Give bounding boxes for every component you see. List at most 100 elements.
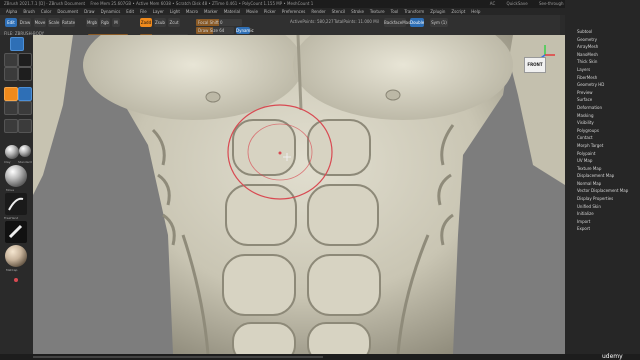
menu-marker[interactable]: Marker <box>204 9 218 14</box>
see-through-slider[interactable]: See-through 0 <box>539 1 567 6</box>
viewport-canvas[interactable] <box>33 35 565 354</box>
menu-render[interactable]: Render <box>311 9 325 14</box>
ac-button[interactable]: AC <box>490 1 495 6</box>
menu-dynamics[interactable]: Dynamics <box>101 9 121 14</box>
focal-shift-label: Focal Shift 0 <box>198 20 223 25</box>
stroke-icon[interactable] <box>5 193 27 215</box>
palette-displacement-map[interactable]: Displacement Map <box>577 172 628 180</box>
local-icon[interactable] <box>18 87 32 101</box>
menu-transform[interactable]: Transform <box>404 9 424 14</box>
memory-stats: Free Mem 25.607GB • Active Mem 6038 • Sc… <box>90 1 314 6</box>
quicksave-button[interactable]: QuickSave <box>507 1 528 6</box>
palette-fibermesh[interactable]: FiberMesh <box>577 74 628 82</box>
menu-edit[interactable]: Edit <box>126 9 134 14</box>
palette-export[interactable]: Export <box>577 225 628 233</box>
menu-stencil[interactable]: Stencil <box>332 9 346 14</box>
focal-shift-slider[interactable]: Focal Shift 0 <box>196 19 242 26</box>
menu-movie[interactable]: Movie <box>246 9 258 14</box>
palette-geometry-hd[interactable]: Geometry HD <box>577 81 628 89</box>
menu-brush[interactable]: Brush <box>23 9 35 14</box>
scale-button[interactable]: Scale <box>48 18 60 27</box>
alpha-icon[interactable] <box>5 221 27 243</box>
draw-button[interactable]: Draw <box>19 18 31 27</box>
zsub-button[interactable]: Zsub <box>154 18 166 27</box>
rgb-button[interactable]: Rgb <box>100 18 110 27</box>
palette-polypaint[interactable]: Polypaint <box>577 150 628 158</box>
palette-thick-skin[interactable]: Thick Skin <box>577 58 628 66</box>
menu-alpha[interactable]: Alpha <box>6 9 17 14</box>
palette-initialize[interactable]: Initialize <box>577 210 628 218</box>
standard-brush-icon[interactable] <box>19 145 31 157</box>
sym-button[interactable]: Sym (1) <box>430 18 448 27</box>
palette-masking[interactable]: Masking <box>577 112 628 120</box>
move-button[interactable]: Move <box>34 18 46 27</box>
menu-material[interactable]: Material <box>224 9 240 14</box>
top-shelf: FILE: ZBRUSH-BODY Edit Draw Move Scale R… <box>0 15 560 41</box>
palette-surface[interactable]: Surface <box>577 96 628 104</box>
front-view-cube[interactable]: FRONT <box>524 57 546 73</box>
menu-texture[interactable]: Texture <box>370 9 385 14</box>
menu-help[interactable]: Help <box>471 9 480 14</box>
menu-zplugin[interactable]: Zplugin <box>430 9 445 14</box>
palette-visibility[interactable]: Visibility <box>577 119 628 127</box>
lazy-mouse-icon[interactable] <box>18 53 32 67</box>
menu-color[interactable]: Color <box>41 9 51 14</box>
menu-light[interactable]: Light <box>170 9 180 14</box>
rotate-button[interactable]: Rotate <box>62 18 75 27</box>
backface-mask-button[interactable]: BackfaceMask <box>384 18 413 27</box>
double-button[interactable]: Double <box>410 18 424 27</box>
snapshot-icon[interactable] <box>4 53 18 67</box>
timeline-track[interactable] <box>33 356 323 358</box>
title-bar: ZBrush 2021.7.1 [D] - ZBrush Document Fr… <box>0 0 640 8</box>
palette-normal-map[interactable]: Normal Map <box>577 180 628 188</box>
polyframe-icon[interactable] <box>18 101 32 115</box>
palette-vector-displacement-map[interactable]: Vector Displacement Map <box>577 187 628 195</box>
menu-file[interactable]: File <box>140 9 147 14</box>
draw-size-label: Draw Size 64 <box>198 28 225 33</box>
palette-unified-skin[interactable]: Unified Skin <box>577 203 628 211</box>
palette-import[interactable]: Import <box>577 218 628 226</box>
mrgb-button[interactable]: Mrgb <box>86 18 98 27</box>
bottom-bar <box>0 354 640 360</box>
palette-morph-target[interactable]: Morph Target <box>577 142 628 150</box>
solo-icon[interactable] <box>4 119 18 133</box>
dynamic-button[interactable]: Dynamic <box>236 27 254 34</box>
menu-tool[interactable]: Tool <box>391 9 399 14</box>
move-brush-icon[interactable] <box>5 165 27 187</box>
floor-icon[interactable] <box>4 87 18 101</box>
frame-icon[interactable] <box>4 67 18 81</box>
left-tray-label-move: Move <box>6 188 15 192</box>
zadd-button[interactable]: Zadd <box>140 18 152 27</box>
transp-icon[interactable] <box>18 119 32 133</box>
menu-preferences[interactable]: Preferences <box>282 9 306 14</box>
menu-layer[interactable]: Layer <box>153 9 164 14</box>
palette-uv-map[interactable]: UV Map <box>577 157 628 165</box>
palette-layers[interactable]: Layers <box>577 66 628 74</box>
edit-mode-icon[interactable] <box>10 37 24 51</box>
menu-picker[interactable]: Picker <box>264 9 276 14</box>
m-button[interactable]: M <box>112 18 120 27</box>
palette-subtool[interactable]: Subtool <box>577 28 628 36</box>
material-sphere-icon[interactable] <box>5 245 27 267</box>
palette-geometry[interactable]: Geometry <box>577 36 628 44</box>
palette-texture-map[interactable]: Texture Map <box>577 165 628 173</box>
palette-deformation[interactable]: Deformation <box>577 104 628 112</box>
left-tray-label-matcap: MatCap <box>6 268 18 272</box>
palette-preview[interactable]: Preview <box>577 89 628 97</box>
palette-display-properties[interactable]: Display Properties <box>577 195 628 203</box>
perspective-icon[interactable] <box>18 67 32 81</box>
menu-macro[interactable]: Macro <box>186 9 198 14</box>
draw-size-slider[interactable]: Draw Size 64 <box>196 27 234 34</box>
palette-nanomesh[interactable]: NanoMesh <box>577 51 628 59</box>
menu-draw[interactable]: Draw <box>84 9 94 14</box>
zcut-button[interactable]: Zcut <box>168 18 180 27</box>
menu-zscript[interactable]: Zscript <box>451 9 465 14</box>
menu-stroke[interactable]: Stroke <box>351 9 364 14</box>
palette-arraymesh[interactable]: ArrayMesh <box>577 43 628 51</box>
menu-document[interactable]: Document <box>57 9 78 14</box>
edit-button[interactable]: Edit <box>5 18 17 27</box>
palette-polygroups[interactable]: Polygroups <box>577 127 628 135</box>
clay-brush-icon[interactable] <box>5 145 19 159</box>
xyz-icon[interactable] <box>4 101 18 115</box>
palette-contact[interactable]: Contact <box>577 134 628 142</box>
